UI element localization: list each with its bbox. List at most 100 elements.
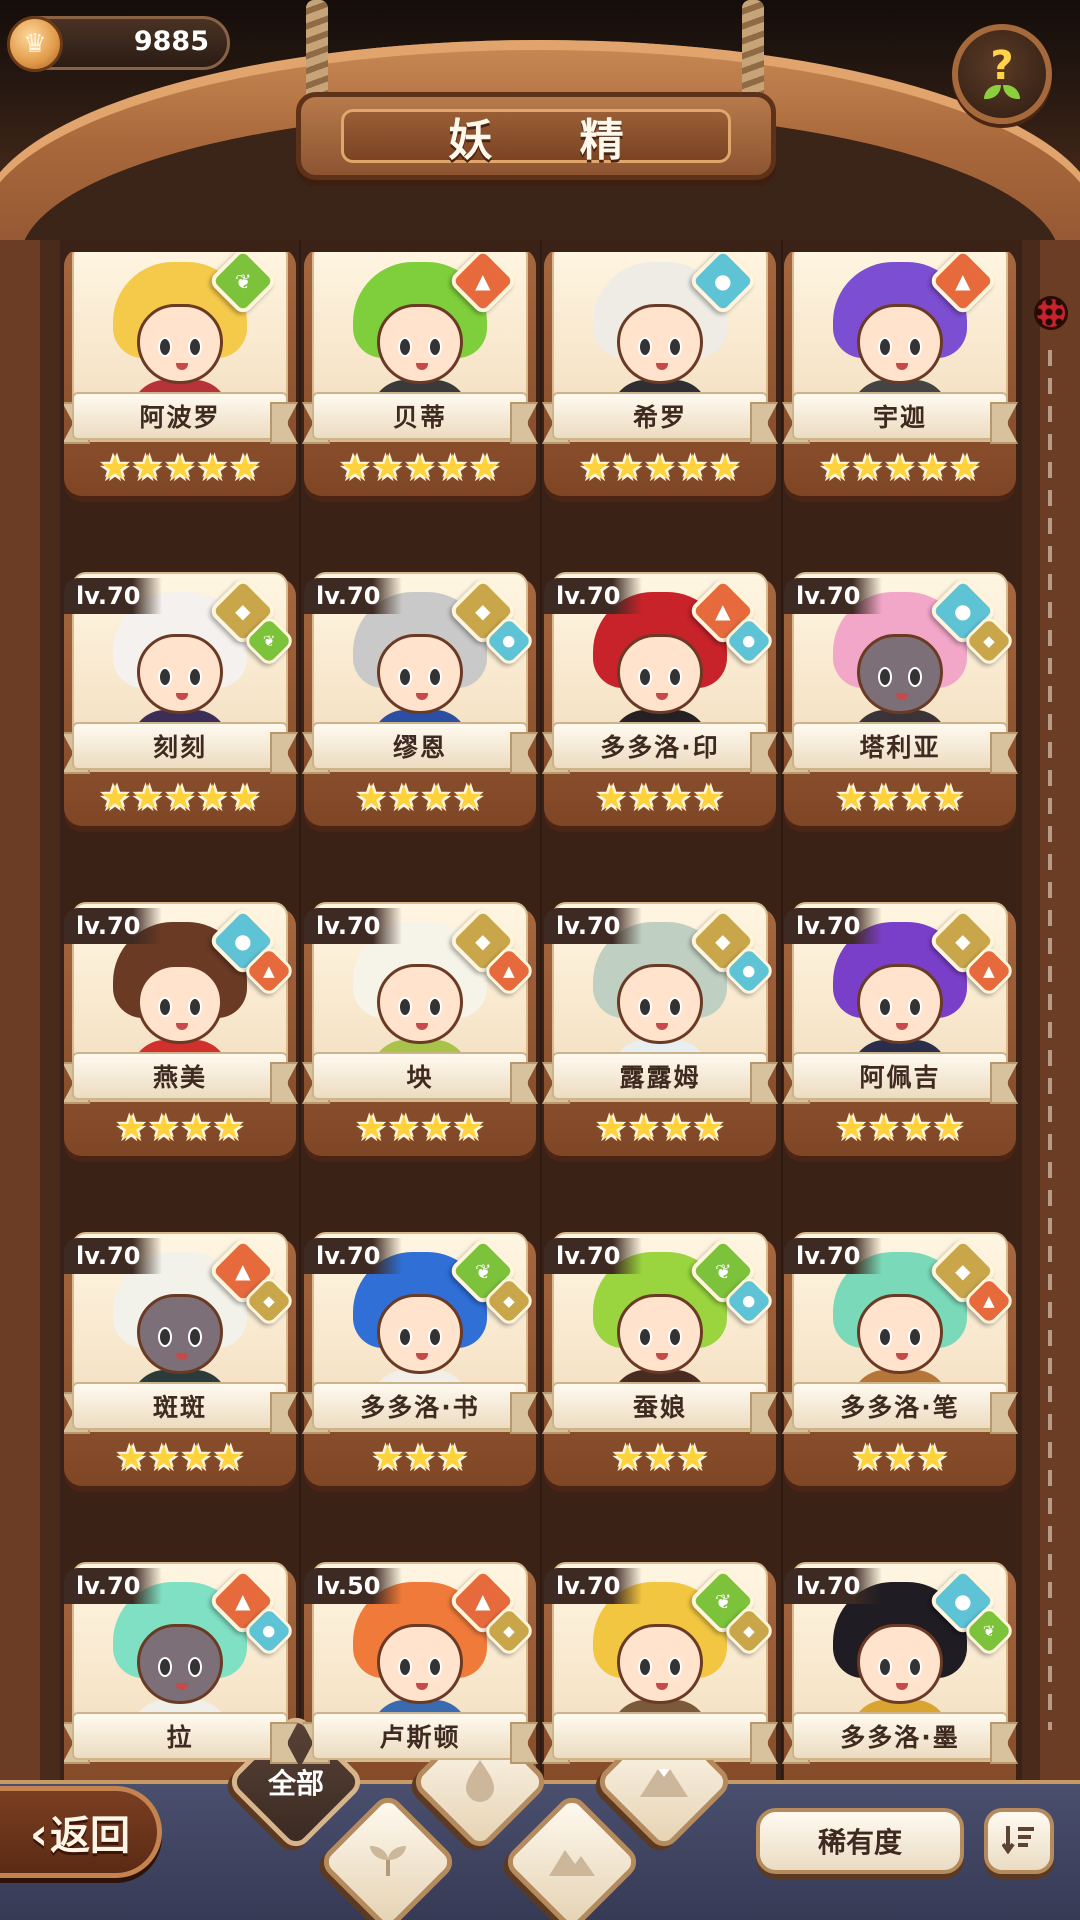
fairy-card[interactable]: lv.70 ● ▲ 燕美 ★ ★ ★ ★ (64, 902, 296, 1156)
fairy-card[interactable]: ▲ 贝蒂 ★ ★ ★ ★ ★ (304, 252, 536, 496)
fairy-name: 斑斑 (152, 1393, 207, 1422)
star-icon: ★ (644, 448, 676, 488)
star-icon: ★ (677, 448, 708, 488)
sort-order-button[interactable] (984, 1808, 1054, 1874)
star-icon: ★ (852, 448, 883, 488)
star-icon: ★ (628, 1108, 659, 1148)
star-icon: ★ (437, 1438, 468, 1478)
fairy-name: 蚕娘 (632, 1393, 687, 1422)
fairy-card[interactable]: lv.70 ▲ ● 拉 (64, 1562, 296, 1782)
tab-all-label: 全部 (267, 1766, 325, 1800)
level-badge: lv.70 (784, 1568, 883, 1604)
sprout-icon (366, 1842, 410, 1882)
currency-counter[interactable]: ♛ 9885 (7, 16, 230, 72)
star-icon: ★ (437, 448, 468, 488)
name-ribbon: 多多洛·印 (542, 722, 778, 774)
level-badge: lv.70 (64, 1238, 163, 1274)
scrollbar-track[interactable] (1048, 350, 1052, 1730)
chevron-left-icon: ‹ (29, 1809, 49, 1860)
fairy-card[interactable]: lv.70 ◆ ▲ 阿佩吉 ★ ★ ★ ★ (784, 902, 1016, 1156)
fairy-name: 多多洛·书 (360, 1393, 480, 1422)
mountain-icon (547, 1842, 597, 1882)
rarity-sort-button[interactable]: 稀有度 (756, 1808, 964, 1874)
name-ribbon: 蚕娘 (542, 1382, 778, 1434)
level-badge: lv.70 (304, 908, 403, 944)
level-badge: lv.70 (64, 1568, 163, 1604)
level-badge: lv.70 (544, 1238, 643, 1274)
star-icon: ★ (164, 448, 196, 488)
fairy-card[interactable]: lv.70 ▲ ● 多多洛·印 ★ ★ ★ ★ (544, 572, 776, 826)
fairy-card[interactable]: lv.70 ◆ ▲ 多多洛·笔 ★ ★ ★ (784, 1232, 1016, 1486)
fairy-card[interactable]: lv.70 ❦ ◆ 多多洛·书 ★ ★ ★ (304, 1232, 536, 1486)
level-badge: lv.70 (544, 1568, 643, 1604)
star-icon: ★ (132, 448, 163, 488)
sprout-leaf-decoration (984, 85, 1020, 101)
name-ribbon: 多多洛·墨 (782, 1712, 1018, 1764)
fairy-card[interactable]: lv.70 ❦ ◆ (544, 1562, 776, 1782)
help-button[interactable]: ? (952, 24, 1052, 124)
star-icon: ★ (213, 1438, 244, 1478)
star-rating: ★ ★ ★ ★ (64, 1108, 296, 1148)
fairy-name: 拉 (166, 1723, 194, 1752)
fairy-card[interactable]: lv.70 ● ◆ 塔利亚 ★ ★ ★ ★ (784, 572, 1016, 826)
star-icon: ★ (148, 1438, 179, 1478)
name-ribbon: 刻刻 (64, 722, 298, 774)
fairy-name: 燕美 (152, 1063, 207, 1092)
star-icon: ★ (356, 1108, 387, 1148)
star-icon: ★ (693, 1108, 724, 1148)
star-rating: ★ ★ ★ ★ (544, 1108, 776, 1148)
crown-coin-icon: ♛ (7, 16, 63, 72)
level-badge: lv.70 (64, 908, 163, 944)
star-rating: ★ ★ ★ ★ (784, 1108, 1016, 1148)
star-icon: ★ (661, 778, 692, 818)
star-icon: ★ (356, 778, 387, 818)
fairy-card[interactable]: ❦ 阿波罗 ★ ★ ★ ★ ★ (64, 252, 296, 496)
level-badge: lv.70 (64, 578, 163, 614)
fairy-card[interactable]: lv.70 ❦ ● 蚕娘 ★ ★ ★ (544, 1232, 776, 1486)
fairy-name: 宇迦 (872, 403, 927, 432)
fairy-card[interactable]: lv.70 ◆ ● 露露姆 ★ ★ ★ ★ (544, 902, 776, 1156)
star-icon: ★ (372, 1438, 403, 1478)
fairy-card[interactable]: lv.70 ● ❦ 多多洛·墨 (784, 1562, 1016, 1782)
star-icon: ★ (693, 778, 724, 818)
name-ribbon: 阿波罗 (64, 392, 298, 444)
star-icon: ★ (197, 778, 228, 818)
star-icon: ★ (661, 1108, 692, 1148)
star-icon: ★ (852, 1438, 883, 1478)
level-badge: lv.70 (544, 578, 643, 614)
fairy-name: 卢斯顿 (379, 1723, 461, 1752)
page-title: 妖 精 (448, 115, 660, 166)
star-icon: ★ (644, 1438, 676, 1478)
star-icon: ★ (372, 448, 403, 488)
name-ribbon: 露露姆 (542, 1052, 778, 1104)
fairy-card[interactable]: ● 希罗 ★ ★ ★ ★ ★ (544, 252, 776, 496)
fairy-card[interactable]: lv.70 ▲ ◆ 斑斑 ★ ★ ★ ★ (64, 1232, 296, 1486)
back-label: 返回 (50, 1813, 131, 1859)
star-rating: ★ ★ ★ (784, 1438, 1016, 1478)
fairy-card[interactable]: ▲ 宇迦 ★ ★ ★ ★ ★ (784, 252, 1016, 496)
star-icon: ★ (388, 1108, 419, 1148)
back-button[interactable]: ‹返回 (0, 1786, 162, 1878)
star-icon: ★ (213, 1108, 244, 1148)
fairy-name: 阿波罗 (139, 403, 221, 432)
fairy-card[interactable]: lv.50 ▲ ◆ 卢斯顿 (304, 1562, 536, 1782)
star-rating: ★ ★ ★ ★ ★ (784, 448, 1016, 488)
level-badge: lv.70 (304, 1238, 403, 1274)
name-ribbon: 卢斯顿 (302, 1712, 538, 1764)
star-icon: ★ (933, 778, 964, 818)
ladybug-scroll-thumb[interactable] (1034, 296, 1068, 330)
star-icon: ★ (933, 1108, 964, 1148)
fairy-card[interactable]: lv.70 ◆ ● 缪恩 ★ ★ ★ ★ (304, 572, 536, 826)
fairy-name: 阿佩吉 (859, 1063, 941, 1092)
name-ribbon: 缪恩 (302, 722, 538, 774)
fairy-card[interactable]: lv.70 ◆ ▲ 坱 ★ ★ ★ ★ (304, 902, 536, 1156)
name-ribbon: 坱 (302, 1052, 538, 1104)
name-ribbon: 斑斑 (64, 1382, 298, 1434)
name-ribbon (542, 1712, 778, 1764)
star-icon: ★ (917, 1438, 948, 1478)
star-rating: ★ ★ ★ (304, 1438, 536, 1478)
star-icon: ★ (596, 778, 627, 818)
star-icon: ★ (596, 1108, 627, 1148)
fairy-card[interactable]: lv.70 ◆ ❦ 刻刻 ★ ★ ★ ★ ★ (64, 572, 296, 826)
star-icon: ★ (884, 1438, 916, 1478)
